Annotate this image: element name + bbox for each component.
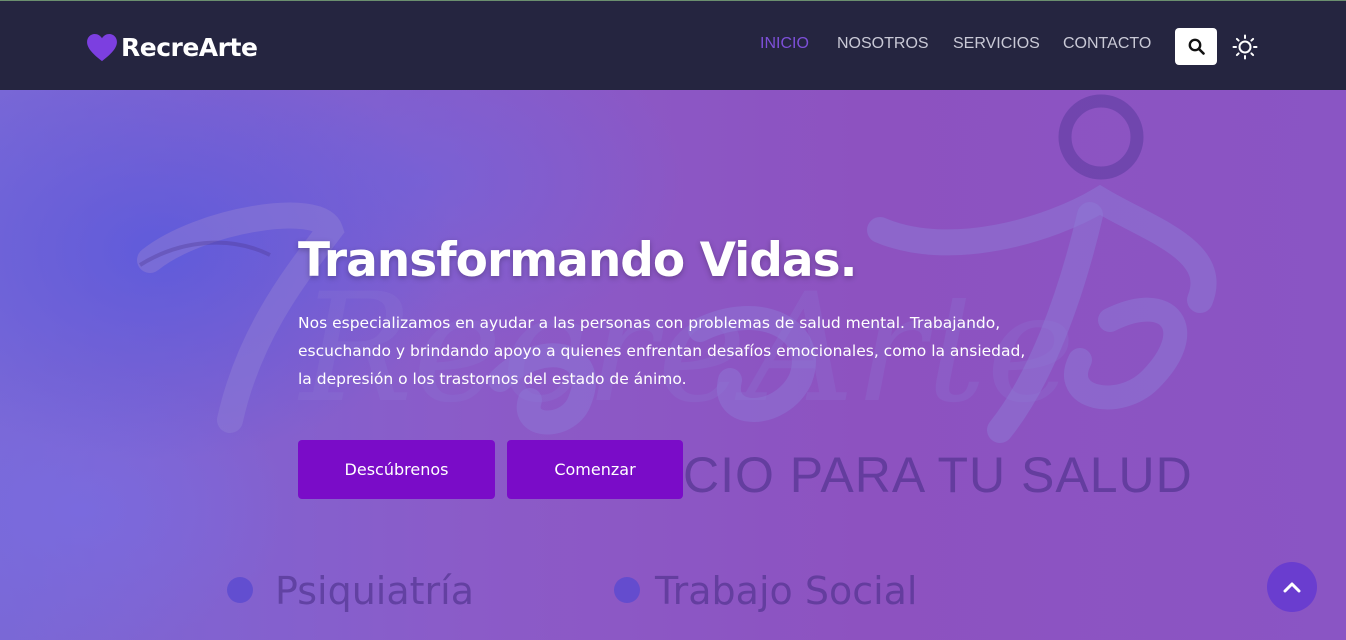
chevron-up-icon: [1283, 582, 1301, 593]
hero-description-line: Nos especializamos en ayudar a las perso…: [298, 314, 1001, 332]
watermark-bullet: [227, 577, 253, 603]
nav-nosotros[interactable]: NOSOTROS: [837, 35, 929, 53]
watermark-bullet: [614, 577, 640, 603]
navbar: RecreArte INICIO NOSOTROS SERVICIOS CONT…: [0, 1, 1346, 90]
brand-logo[interactable]: RecreArte: [87, 33, 258, 62]
search-button[interactable]: [1175, 28, 1217, 65]
search-icon: [1188, 38, 1205, 55]
watermark-script-stroke: [1064, 297, 1188, 410]
start-button[interactable]: Comenzar: [507, 440, 683, 499]
theme-toggle[interactable]: [1232, 34, 1258, 60]
nav-contacto[interactable]: CONTACTO: [1063, 35, 1151, 53]
watermark-service-1: Psiquiatría: [275, 569, 474, 613]
watermark-figure-head: [1058, 94, 1144, 180]
brand-name: RecreArte: [121, 33, 258, 62]
top-border: [0, 0, 1346, 1]
heart-icon: [87, 33, 117, 61]
scroll-to-top-button[interactable]: [1267, 562, 1317, 612]
sun-icon: [1232, 34, 1258, 60]
nav-servicios[interactable]: SERVICIOS: [953, 35, 1040, 53]
page: CIO PARA TU SALUD Psiquiatría Trabajo So…: [0, 0, 1346, 640]
watermark-service-2: Trabajo Social: [654, 569, 918, 613]
hero-description-line: la depresión o los trastornos del estado…: [298, 370, 687, 388]
discover-button[interactable]: Descúbrenos: [298, 440, 495, 499]
hero-description-line: escuchando y brindando apoyo a quienes e…: [298, 342, 1026, 360]
nav-inicio[interactable]: INICIO: [760, 35, 809, 53]
hero-title: Transformando Vidas.: [298, 233, 857, 288]
hero-description: Nos especializamos en ayudar a las perso…: [298, 309, 1058, 393]
watermark-tagline: CIO PARA TU SALUD: [683, 447, 1193, 503]
